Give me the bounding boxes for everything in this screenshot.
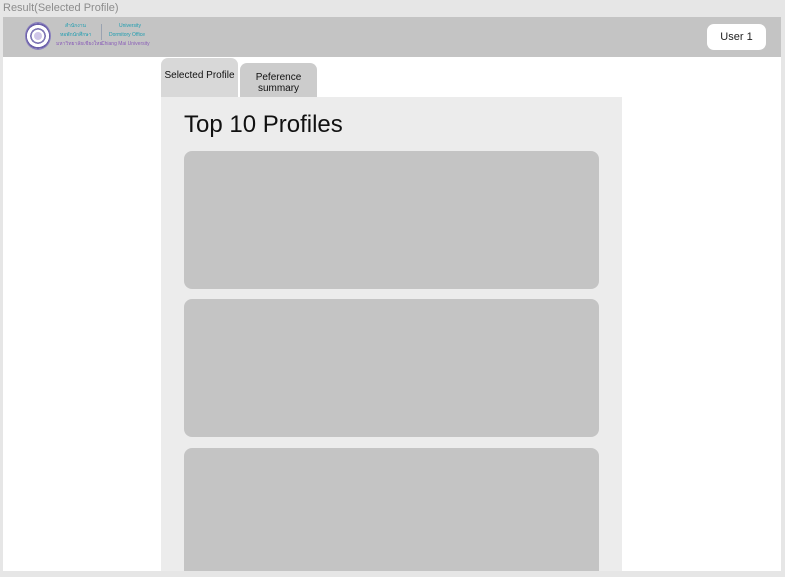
logo-thai-line3: มหาวิทยาลัยเชียงใหม่ [56, 41, 103, 47]
tab-selected-profile[interactable]: Selected Profile [161, 58, 238, 98]
logo-thai-line2: หอพักนักศึกษา [60, 32, 92, 38]
profile-card[interactable] [184, 151, 599, 289]
profile-card[interactable] [184, 448, 599, 571]
university-seal-icon [25, 22, 51, 50]
tab-preference-summary[interactable]: Peference summary [240, 63, 317, 98]
logo-divider [101, 24, 102, 40]
profiles-panel: Top 10 Profiles [161, 97, 622, 571]
page-title: Top 10 Profiles [184, 111, 343, 138]
user-menu-button[interactable]: User 1 [707, 24, 766, 50]
logo-en-line1: University [119, 23, 141, 29]
university-logo[interactable]: สำนักงาน หอพักนักศึกษา University Dormit… [25, 21, 155, 53]
app-frame: สำนักงาน หอพักนักศึกษา University Dormit… [3, 17, 781, 571]
logo-en-line2: Dormitory Office [109, 32, 146, 38]
tab-selected-profile-label: Selected Profile [164, 70, 235, 81]
logo-en-line3: Chiang Mai University [101, 41, 150, 47]
frame-title: Result(Selected Profile) [3, 2, 119, 14]
profile-card[interactable] [184, 299, 599, 437]
header-bar: สำนักงาน หอพักนักศึกษา University Dormit… [3, 17, 781, 57]
tab-preference-summary-label: Peference summary [255, 72, 302, 94]
logo-thai-line1: สำนักงาน [65, 23, 86, 29]
